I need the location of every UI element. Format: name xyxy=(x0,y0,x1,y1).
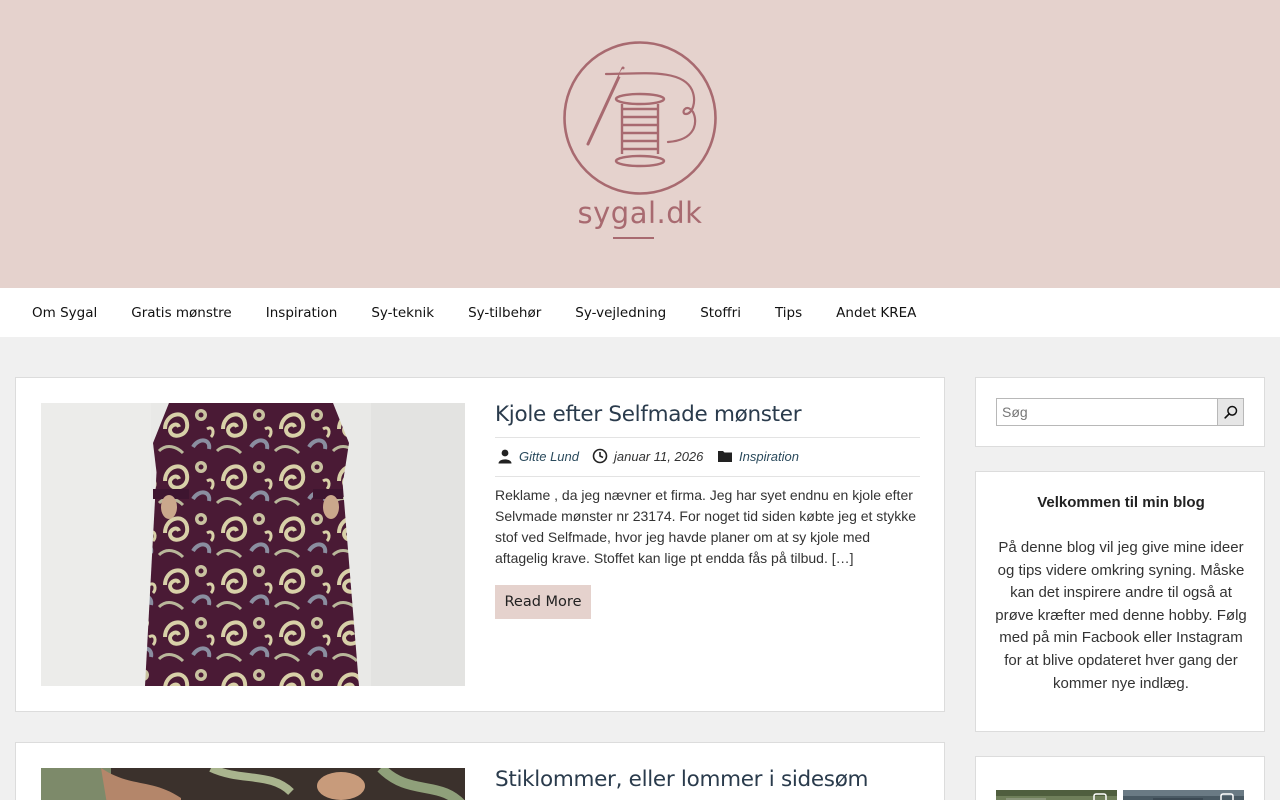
site-logo[interactable]: sygal.dk xyxy=(560,38,720,248)
search-button[interactable] xyxy=(1217,399,1243,425)
post-title[interactable]: Stiklommer, eller lommer i sidesøm xyxy=(495,767,920,792)
logo-text: sygal.dk xyxy=(577,196,703,230)
post-category: Inspiration xyxy=(717,448,799,464)
post-thumbnail[interactable] xyxy=(41,403,465,686)
instagram-post-thumbnail[interactable] xyxy=(996,790,1117,800)
instagram-widget xyxy=(975,756,1265,800)
search-form xyxy=(996,398,1244,426)
main-navigation: Om Sygal Gratis mønstre Inspiration Sy-t… xyxy=(0,288,1280,337)
thread-spool-icon xyxy=(563,41,717,195)
nav-item-tips[interactable]: Tips xyxy=(758,305,819,321)
nav-item-sy-tilbehor[interactable]: Sy-tilbehør xyxy=(451,305,558,321)
site-header: sygal.dk xyxy=(0,0,1280,288)
nav-item-sy-vejledning[interactable]: Sy-vejledning xyxy=(558,305,683,321)
search-widget xyxy=(975,377,1265,447)
search-icon xyxy=(1223,405,1237,419)
nav-item-sy-teknik[interactable]: Sy-teknik xyxy=(354,305,451,321)
post-meta: Gitte Lund januar 11, 2026 Inspiration xyxy=(495,437,920,477)
post-title[interactable]: Kjole efter Selfmade mønster xyxy=(495,402,920,427)
folder-icon xyxy=(718,451,732,462)
post-date: januar 11, 2026 xyxy=(592,448,703,464)
nav-item-inspiration[interactable]: Inspiration xyxy=(249,305,355,321)
logo-underline xyxy=(613,237,654,239)
welcome-text: På denne blog vil jeg give mine ideer og… xyxy=(995,539,1247,692)
user-icon xyxy=(498,449,512,464)
fabric-photo xyxy=(41,768,465,800)
read-more-button[interactable]: Read More xyxy=(495,585,591,619)
welcome-widget: Velkommen til min blog På denne blog vil… xyxy=(975,471,1265,732)
instagram-post-thumbnail[interactable] xyxy=(1123,790,1244,800)
post-card: Stiklommer, eller lommer i sidesøm xyxy=(15,742,945,800)
search-input[interactable] xyxy=(997,399,1218,425)
date-text: januar 11, 2026 xyxy=(614,448,704,464)
instagram-photo xyxy=(1123,790,1244,800)
welcome-title: Velkommen til min blog xyxy=(1037,494,1205,511)
author-link[interactable]: Gitte Lund xyxy=(519,449,579,464)
nav-item-gratis-monstre[interactable]: Gratis mønstre xyxy=(114,305,249,321)
instagram-photo xyxy=(996,790,1117,800)
clock-icon xyxy=(592,448,608,464)
category-link[interactable]: Inspiration xyxy=(739,449,799,464)
nav-item-om-sygal[interactable]: Om Sygal xyxy=(15,305,114,321)
post-excerpt: Reklame , da jeg nævner et firma. Jeg ha… xyxy=(495,487,916,566)
post-thumbnail[interactable] xyxy=(41,768,465,800)
nav-item-stoffri[interactable]: Stoffri xyxy=(683,305,758,321)
dress-photo xyxy=(41,403,465,686)
post-author: Gitte Lund xyxy=(497,448,579,464)
nav-item-andet-krea[interactable]: Andet KREA xyxy=(819,305,933,321)
nav-list: Om Sygal Gratis mønstre Inspiration Sy-t… xyxy=(15,288,933,337)
post-card: Kjole efter Selfmade mønster Gitte Lund … xyxy=(15,377,945,712)
